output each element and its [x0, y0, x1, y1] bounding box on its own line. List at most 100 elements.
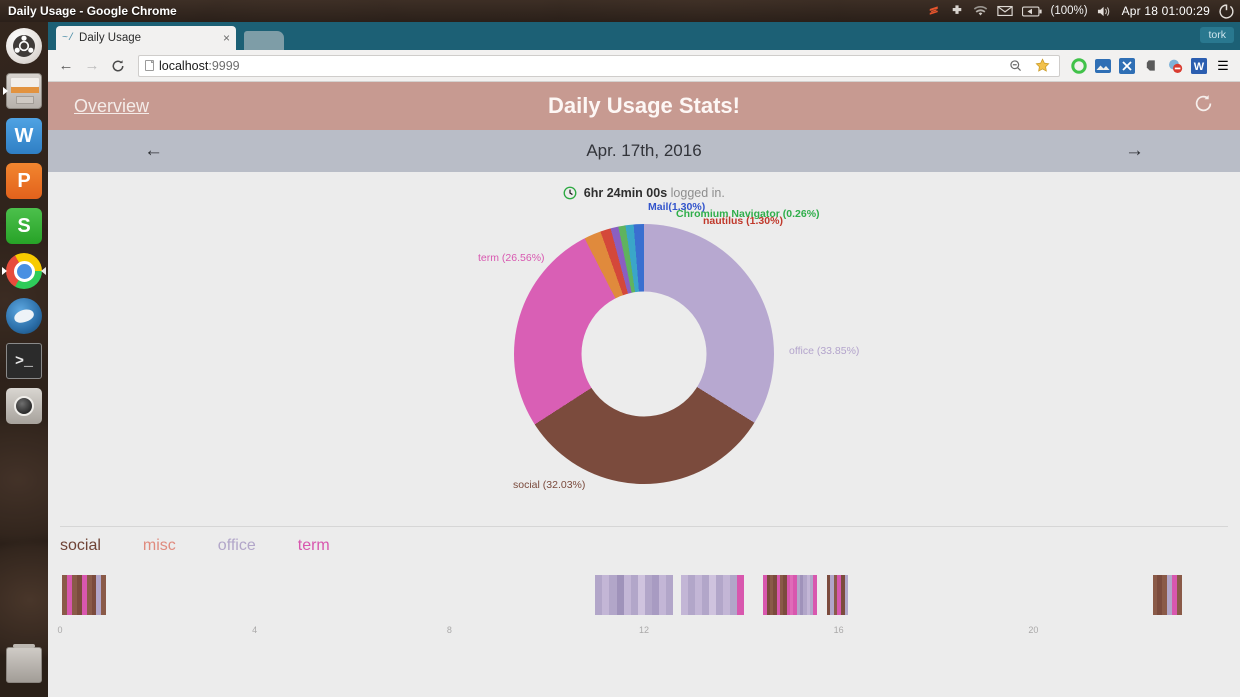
axis-tick: 8 [446, 625, 452, 635]
back-button[interactable]: ← [54, 54, 78, 78]
reload-button[interactable] [106, 54, 130, 78]
trash-icon[interactable] [6, 644, 42, 683]
ubuntu-dash-icon[interactable] [6, 28, 42, 64]
thunderbird-icon[interactable] [6, 298, 42, 334]
timeline-block[interactable] [1152, 575, 1182, 615]
volume-icon[interactable] [1097, 3, 1113, 19]
timeline-stripe [813, 575, 817, 615]
battery-percent: (100%) [1050, 5, 1088, 17]
timeline-block[interactable] [763, 575, 817, 615]
timeline-block[interactable] [826, 575, 849, 615]
wifi-icon[interactable] [973, 3, 988, 19]
section-divider [60, 526, 1228, 527]
axis-tick: 12 [638, 625, 650, 635]
new-tab-button[interactable] [244, 31, 284, 50]
evernote-icon[interactable] [1140, 55, 1162, 77]
timeline-block[interactable] [595, 575, 674, 615]
timeline-stripe [844, 575, 849, 615]
mail-icon[interactable] [996, 3, 1013, 19]
system-clock[interactable]: Apr 18 01:00:29 [1122, 4, 1210, 18]
next-day-button[interactable]: → [1125, 140, 1144, 162]
x-blue-extension-icon[interactable] [1116, 55, 1138, 77]
pie-chart-section: 6hr 24min 00s logged in. term (26.56%) o… [48, 172, 1240, 512]
address-bar[interactable]: localhost:9999 [138, 54, 1060, 77]
url-host: localhost [159, 58, 209, 73]
refresh-icon[interactable] [1193, 93, 1214, 120]
clock-icon [563, 186, 581, 201]
google-chrome-icon[interactable] [2, 253, 46, 289]
timeline-legend: social misc office term [60, 537, 330, 555]
donut-chart [514, 224, 774, 484]
axis-tick: 4 [252, 625, 258, 635]
axis-tick: 0 [57, 625, 63, 635]
timeline-stripe [637, 575, 645, 615]
donut-center-hole [581, 291, 707, 417]
running-indicator [3, 87, 8, 95]
block-red-extension-icon[interactable] [1164, 55, 1186, 77]
timeline-stripe [616, 575, 624, 615]
previous-day-button[interactable]: ← [144, 140, 163, 162]
timeline-stripe [1176, 575, 1182, 615]
circle-green-extension-icon[interactable] [1068, 55, 1090, 77]
power-gear-icon[interactable] [1219, 3, 1234, 19]
chrome-window: ~/ Daily Usage × tork ← → localhost:9999 [48, 22, 1240, 697]
overview-link[interactable]: Overview [74, 96, 149, 117]
zoom-out-icon[interactable] [1005, 55, 1027, 77]
timeline-stripe [694, 575, 702, 615]
wps-presentation-icon[interactable]: P [6, 163, 42, 199]
unity-launcher: W P S >_ [0, 22, 48, 697]
timeline-section: social misc office term 0 4 8 12 16 20 [48, 537, 1240, 647]
slice-label-nautilus: nautilus (1.30%) [703, 215, 783, 227]
timeline-stripe [659, 575, 667, 615]
word-w-extension-icon[interactable]: W [1188, 55, 1210, 77]
timeline-stripe [701, 575, 709, 615]
profile-name-badge[interactable]: tork [1200, 27, 1234, 43]
plus-icon[interactable] [950, 3, 964, 19]
browser-tab[interactable]: ~/ Daily Usage × [56, 26, 236, 50]
legend-item-office[interactable]: office [218, 537, 256, 555]
timeline-block[interactable] [62, 575, 107, 615]
files-icon[interactable] [3, 73, 42, 109]
bookmark-star-icon[interactable] [1031, 55, 1053, 77]
close-icon[interactable]: × [223, 31, 230, 45]
browser-toolbar: ← → localhost:9999 W ☰ [48, 50, 1240, 82]
terminal-icon[interactable]: >_ [6, 343, 42, 379]
timeline-stripe [595, 575, 603, 615]
sublime-icon[interactable] [926, 3, 941, 19]
slice-label-office: office (33.85%) [789, 345, 860, 357]
tab-strip: ~/ Daily Usage × tork [48, 22, 1240, 50]
timeline-stripe [623, 575, 631, 615]
timeline-track[interactable] [60, 575, 1228, 615]
camera-icon[interactable] [6, 388, 42, 424]
legend-item-social[interactable]: social [60, 537, 101, 555]
legend-item-term[interactable]: term [298, 537, 330, 555]
timeline-stripe [101, 575, 107, 615]
timeline-stripe [687, 575, 695, 615]
chrome-menu-icon[interactable]: ☰ [1212, 55, 1234, 77]
window-title: Daily Usage - Google Chrome [8, 4, 177, 18]
axis-tick: 20 [1028, 625, 1039, 635]
system-tray: (100%) Apr 18 01:00:29 [926, 3, 1240, 19]
timeline-block[interactable] [680, 575, 744, 615]
timeline-stripe [651, 575, 660, 615]
timeline-stripe [630, 575, 638, 615]
timeline-stripe [609, 575, 617, 615]
timeline-stripe [680, 575, 688, 615]
timeline-axis: 0 4 8 12 16 20 [57, 625, 1228, 639]
legend-item-misc[interactable]: misc [143, 537, 176, 555]
slice-label-social: social (32.03%) [513, 479, 586, 491]
svg-text:W: W [1194, 61, 1205, 73]
forward-button[interactable]: → [80, 54, 104, 78]
url-port: :9999 [208, 58, 240, 73]
wps-spreadsheet-icon[interactable]: S [6, 208, 42, 244]
tab-favicon: ~/ [62, 32, 75, 44]
wps-writer-icon[interactable]: W [6, 118, 42, 154]
running-indicator [2, 267, 7, 275]
timeline-stripe [602, 575, 610, 615]
web-app-content: Overview Daily Usage Stats! ← Apr. 17th,… [48, 82, 1240, 697]
battery-icon[interactable] [1021, 3, 1042, 19]
image-blue-extension-icon[interactable] [1092, 55, 1114, 77]
page-info-icon[interactable] [145, 60, 154, 71]
logged-in-summary: 6hr 24min 00s logged in. [48, 186, 1240, 201]
logged-duration: 6hr 24min 00s [583, 186, 668, 200]
